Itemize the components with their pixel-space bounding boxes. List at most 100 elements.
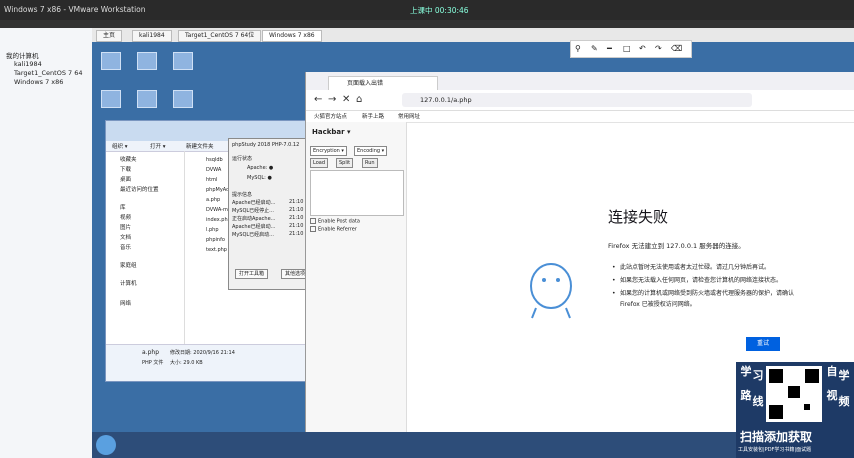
detail-filename: a.php: [142, 349, 160, 356]
window-title: Windows 7 x86 - VMware Workstation: [4, 5, 146, 14]
promo-overlay: 学 习 路 线 自 学 视 频 扫描添加获取 工具安装包|PDF学习书籍|面试题: [736, 362, 854, 458]
log-time: 21:10: [289, 231, 304, 237]
nav-pictures[interactable]: 图片: [120, 223, 131, 231]
log-line: 正在启动Apache...: [232, 216, 276, 222]
log-time: 21:10: [289, 199, 304, 205]
bookmark-item[interactable]: 常用网址: [398, 112, 420, 120]
tab-kali[interactable]: kali1984: [132, 30, 172, 42]
promo-char: 习: [752, 369, 764, 382]
retry-button[interactable]: 重试: [746, 337, 780, 351]
mysql-status: MySQL: ●: [247, 175, 272, 181]
file-item[interactable]: DVWA: [206, 167, 221, 173]
forward-icon[interactable]: →: [328, 94, 336, 105]
vmware-titlebar: Windows 7 x86 - VMware Workstation 上课中 0…: [0, 0, 854, 20]
desktop-icon[interactable]: [132, 90, 162, 109]
trash-icon[interactable]: ⌫: [671, 44, 682, 53]
load-button[interactable]: Load: [310, 158, 328, 168]
firefox-navbar: ← → ✕ ⌂ 127.0.0.1/a.php: [306, 90, 854, 111]
encoding-dropdown[interactable]: Encoding ▾: [354, 146, 388, 156]
vm-library: 我的计算机 kali1984 Target1_CentOS 7 64 Windo…: [0, 28, 93, 458]
file-item[interactable]: hsqldb: [206, 157, 223, 163]
log-line: MySQL已经停止...: [232, 208, 274, 214]
file-item[interactable]: phpinfo: [206, 237, 225, 243]
library-item-target[interactable]: Target1_CentOS 7 64: [14, 69, 82, 77]
nav-recent[interactable]: 最近访问的位置: [120, 185, 159, 193]
file-item[interactable]: text.php: [206, 247, 227, 253]
log-time: 21:10: [289, 215, 304, 221]
promo-char: 路: [740, 389, 752, 402]
nav-favorites[interactable]: 收藏夹: [120, 155, 137, 163]
desktop-icon[interactable]: [96, 90, 126, 109]
promo-char: 学: [740, 365, 752, 378]
hackbar-title[interactable]: Hackbar ▾: [312, 128, 351, 136]
explorer-nav-pane: 收藏夹 下载 桌面 最近访问的位置 库 视频 图片 文档 音乐 家庭组 计算机 …: [106, 151, 185, 346]
detail-type: PHP 文件: [142, 360, 164, 366]
line-icon[interactable]: ━: [607, 44, 612, 53]
error-illustration: [530, 263, 572, 319]
promo-char: 线: [752, 395, 764, 408]
promo-cta: 扫描添加获取: [740, 430, 813, 444]
firefox-tabbar: 页面载入出错: [306, 72, 854, 90]
enable-post-checkbox[interactable]: Enable Post data: [310, 218, 360, 225]
desktop-icon[interactable]: [168, 52, 198, 71]
error-subtitle: Firefox 无法建立到 127.0.0.1 服务器的连接。: [608, 242, 745, 250]
bookmark-item[interactable]: 火狐官方站点: [314, 112, 347, 120]
pen-icon[interactable]: ✎: [591, 44, 598, 53]
tab-win7[interactable]: Windows 7 x86: [262, 30, 322, 42]
nav-computer[interactable]: 计算机: [120, 279, 137, 287]
organize-button[interactable]: 组织 ▾: [112, 142, 128, 150]
nav-documents[interactable]: 文档: [120, 233, 131, 241]
apache-status: Apache: ●: [247, 165, 274, 171]
class-clock: 上课中 00:30:46: [410, 6, 469, 15]
redo-icon[interactable]: ↷: [655, 44, 662, 53]
error-suggestions: 此站点暂时无法使用或者太过忙碌。请过几分钟后再试。 如果您无法载入任何网页，请检…: [612, 262, 802, 312]
promo-char: 学: [838, 369, 850, 382]
library-item-win7[interactable]: Windows 7 x86: [14, 78, 63, 86]
home-icon[interactable]: ⌂: [356, 94, 362, 105]
phpstudy-window: phpStudy 2018 PHP-7.0.12 运行状态 Apache: ● …: [228, 138, 312, 290]
new-folder-button[interactable]: 新建文件夹: [186, 142, 214, 150]
close-icon[interactable]: ✕: [342, 94, 350, 105]
start-button[interactable]: [96, 435, 116, 455]
file-item[interactable]: html: [206, 177, 217, 183]
promo-char: 自: [826, 365, 838, 378]
run-button[interactable]: Run: [362, 158, 378, 168]
library-root[interactable]: 我的计算机: [6, 50, 39, 60]
hackbar-panel: Hackbar ▾ Encryption ▾ Encoding ▾ Load S…: [306, 122, 407, 458]
desktop-icon[interactable]: [96, 52, 126, 71]
rect-icon[interactable]: □: [623, 44, 631, 53]
explorer-details-pane: a.php PHP 文件 修改日期: 2020/9/16 21:14 大小: 2…: [106, 344, 306, 381]
tab-target[interactable]: Target1_CentOS 7 64位: [178, 30, 262, 42]
url-bar[interactable]: 127.0.0.1/a.php: [402, 93, 752, 107]
status-label: 运行状态: [232, 156, 253, 162]
file-item[interactable]: a.php: [206, 197, 220, 203]
tab-error-page[interactable]: 页面载入出错: [328, 76, 438, 90]
promo-char: 视: [826, 389, 838, 402]
encryption-dropdown[interactable]: Encryption ▾: [310, 146, 347, 156]
log-label: 提示信息: [232, 192, 253, 198]
nav-homegroup[interactable]: 家庭组: [120, 261, 137, 269]
nav-desktop[interactable]: 桌面: [120, 175, 131, 183]
desktop-icon[interactable]: [132, 52, 162, 71]
nav-libraries[interactable]: 库: [120, 203, 126, 211]
hackbar-url-textarea[interactable]: [310, 170, 404, 216]
enable-referrer-checkbox[interactable]: Enable Referrer: [310, 226, 357, 233]
enable-post-label: Enable Post data: [318, 218, 360, 225]
log-time: 21:10: [289, 223, 304, 229]
zoom-icon[interactable]: ⚲: [575, 44, 581, 53]
desktop-icon[interactable]: [168, 90, 198, 109]
tab-home[interactable]: 主页: [96, 30, 123, 42]
undo-icon[interactable]: ↶: [639, 44, 646, 53]
log-line: Apache已经启动...: [232, 200, 276, 206]
open-button[interactable]: 打开 ▾: [150, 142, 166, 150]
nav-downloads[interactable]: 下载: [120, 165, 131, 173]
nav-videos[interactable]: 视频: [120, 213, 131, 221]
nav-music[interactable]: 音乐: [120, 243, 131, 251]
library-item-kali[interactable]: kali1984: [14, 60, 42, 68]
split-button[interactable]: Split: [336, 158, 354, 168]
back-icon[interactable]: ←: [314, 94, 322, 105]
open-toolbox-button[interactable]: 打开工具箱: [235, 269, 269, 279]
bookmark-item[interactable]: 新手上路: [362, 112, 384, 120]
nav-network[interactable]: 网络: [120, 299, 131, 307]
file-item[interactable]: l.php: [206, 227, 219, 233]
